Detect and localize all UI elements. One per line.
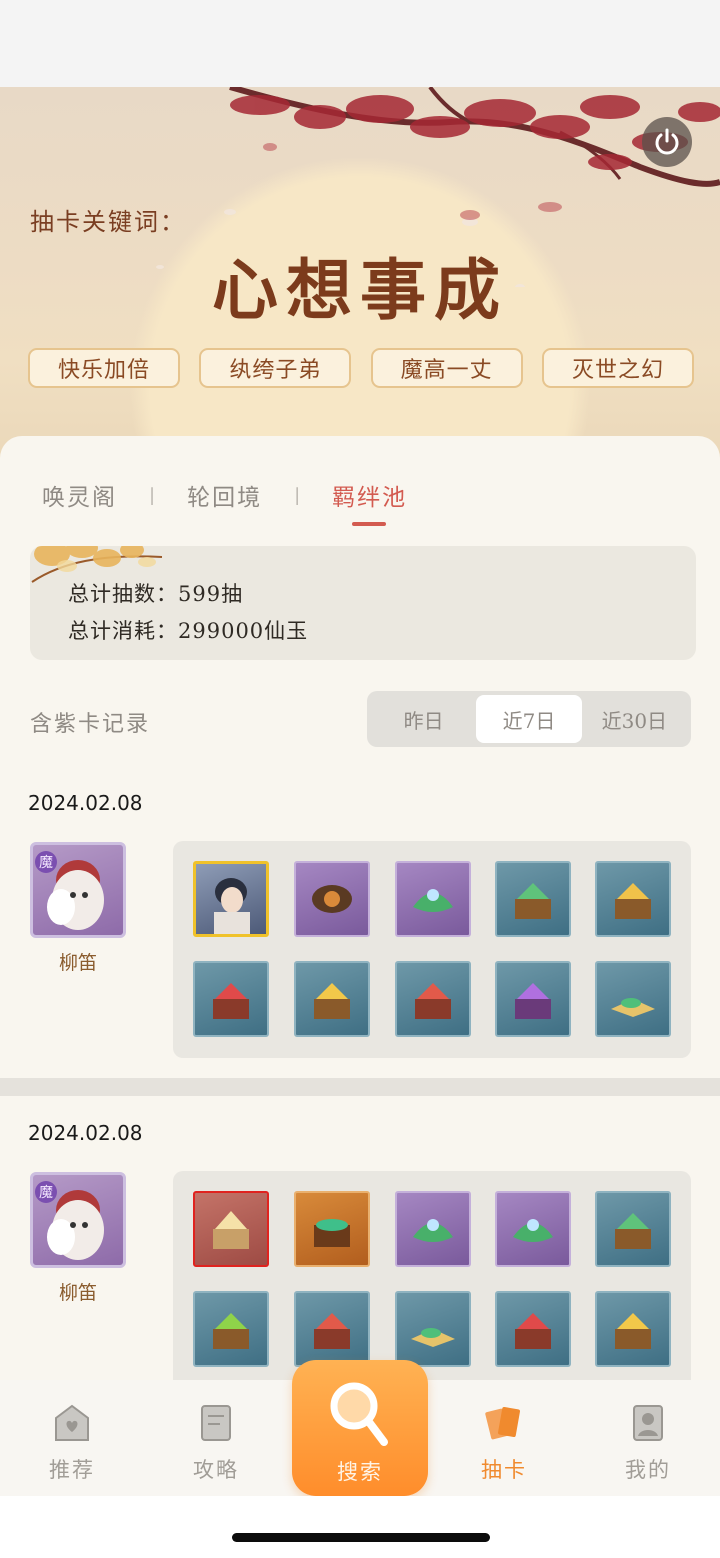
character-name: 柳笛 xyxy=(58,1282,97,1304)
keyword-chip[interactable]: 魔高一丈 xyxy=(370,348,523,388)
chest-item[interactable] xyxy=(294,1291,370,1367)
item-grid xyxy=(173,841,691,1058)
nav-label: 攻略 xyxy=(193,1458,239,1482)
hero-banner: 抽卡关键词： 心想事成 快乐加倍 纨绔子弟 魔高一丈 灭世之幻 xyxy=(0,87,720,477)
cards-icon xyxy=(485,1406,520,1440)
chest-icon xyxy=(615,883,651,919)
home-indicator-area xyxy=(0,1496,720,1558)
treasure-item[interactable] xyxy=(294,1191,370,1267)
record-date: 2024.02.08 xyxy=(28,791,143,815)
pool-tabs: 唤灵阁 | 轮回境 | 羁绊池 xyxy=(42,478,407,526)
tab-separator: | xyxy=(294,484,301,506)
character-avatar[interactable]: 魔 xyxy=(30,1172,126,1268)
keyword-chips: 快乐加倍 纨绔子弟 魔高一丈 灭世之幻 xyxy=(28,348,694,388)
chest-item[interactable] xyxy=(595,1291,671,1367)
character-avatar[interactable]: 魔 xyxy=(30,842,126,938)
chest-item[interactable] xyxy=(495,861,571,937)
treasure-chest-icon xyxy=(314,1219,350,1247)
range-yesterday[interactable]: 昨日 xyxy=(371,695,476,743)
item-grid xyxy=(173,1171,691,1396)
nav-label: 我的 xyxy=(625,1458,671,1482)
card-portrait-item[interactable] xyxy=(193,861,269,937)
search-button[interactable]: 搜索 xyxy=(292,1360,428,1496)
gear-item[interactable] xyxy=(294,861,370,937)
character-tag: 魔 xyxy=(35,851,57,873)
chest-item[interactable] xyxy=(495,961,571,1037)
record-date: 2024.02.08 xyxy=(28,1121,143,1145)
content-panel: 唤灵阁 | 轮回境 | 羁绊池 总计抽数：599抽 总计消耗：299000仙玉 … xyxy=(0,436,720,1396)
chest-icon xyxy=(213,1313,249,1349)
nav-label: 抽卡 xyxy=(481,1458,527,1482)
stats-card: 总计抽数：599抽 总计消耗：299000仙玉 xyxy=(30,546,696,660)
tab-huanlingge[interactable]: 唤灵阁 xyxy=(42,478,117,512)
nav-label: 推荐 xyxy=(49,1458,95,1482)
search-icon xyxy=(330,1382,388,1446)
hero-portrait-icon xyxy=(214,878,250,934)
tab-lunhuijing[interactable]: 轮回境 xyxy=(187,478,262,512)
nav-profile[interactable]: 我的 xyxy=(576,1380,720,1496)
range-30-days[interactable]: 近30日 xyxy=(582,695,687,743)
nav-recommend[interactable]: 推荐 xyxy=(0,1380,144,1496)
power-icon xyxy=(655,128,679,155)
jade-leaf-icon xyxy=(413,889,453,912)
chest-icon xyxy=(314,983,350,1019)
scroll-item[interactable] xyxy=(595,961,671,1037)
chest-icon xyxy=(515,983,551,1019)
character-tag: 魔 xyxy=(35,1181,57,1203)
power-button[interactable] xyxy=(642,117,692,167)
chest-item[interactable] xyxy=(294,961,370,1037)
book-icon xyxy=(201,1405,231,1441)
tab-separator: | xyxy=(149,484,156,506)
draw-record-page: 抽卡关键词： 心想事成 快乐加倍 纨绔子弟 魔高一丈 灭世之幻 唤灵阁 | 轮回… xyxy=(0,0,720,1558)
gear-item[interactable] xyxy=(395,1191,471,1267)
range-segmented-control: 昨日 近7日 近30日 xyxy=(367,691,691,747)
tab-jibanchi[interactable]: 羁绊池 xyxy=(332,478,407,526)
character-name: 柳笛 xyxy=(58,952,97,974)
purple-record-title: 含紫卡记录 xyxy=(30,712,151,737)
chest-icon xyxy=(515,1313,551,1349)
status-bar xyxy=(0,0,720,87)
armor-icon xyxy=(312,885,352,913)
gear-item[interactable] xyxy=(495,1191,571,1267)
gold-chest-item[interactable] xyxy=(193,1191,269,1267)
home-indicator-bar[interactable] xyxy=(232,1533,490,1542)
chest-icon xyxy=(415,983,451,1019)
gold-chest-icon xyxy=(213,1211,249,1249)
jade-scroll-icon xyxy=(611,998,655,1017)
jade-scroll-icon xyxy=(411,1328,455,1347)
chest-item[interactable] xyxy=(193,1291,269,1367)
keyword-chip[interactable]: 灭世之幻 xyxy=(541,348,694,388)
jade-leaf-icon xyxy=(413,1219,453,1242)
nav-draw[interactable]: 抽卡 xyxy=(432,1380,576,1496)
chest-icon xyxy=(515,883,551,919)
chest-item[interactable] xyxy=(595,1191,671,1267)
chest-icon xyxy=(314,1313,350,1349)
range-7-days[interactable]: 近7日 xyxy=(476,695,582,743)
keyword-title: 心想事成 xyxy=(212,251,508,329)
chest-item[interactable] xyxy=(395,961,471,1037)
chest-item[interactable] xyxy=(193,961,269,1037)
total-cost: 总计消耗：299000仙玉 xyxy=(68,619,309,643)
total-draws: 总计抽数：599抽 xyxy=(68,582,244,606)
gear-item[interactable] xyxy=(395,861,471,937)
chest-item[interactable] xyxy=(495,1291,571,1367)
scroll-item[interactable] xyxy=(395,1291,471,1367)
chest-icon xyxy=(213,983,249,1019)
chest-icon xyxy=(615,1313,651,1349)
heart-house-icon xyxy=(55,1404,89,1441)
nav-guide[interactable]: 攻略 xyxy=(144,1380,288,1496)
keyword-chip[interactable]: 快乐加倍 xyxy=(28,348,180,388)
jade-leaf-icon xyxy=(513,1219,553,1242)
keyword-chip[interactable]: 纨绔子弟 xyxy=(199,348,352,388)
record-divider xyxy=(0,1078,720,1096)
chest-item[interactable] xyxy=(595,861,671,937)
keyword-label: 抽卡关键词： xyxy=(30,208,186,236)
profile-icon xyxy=(633,1405,663,1441)
chest-icon xyxy=(615,1213,651,1249)
search-label: 搜索 xyxy=(337,1460,383,1484)
